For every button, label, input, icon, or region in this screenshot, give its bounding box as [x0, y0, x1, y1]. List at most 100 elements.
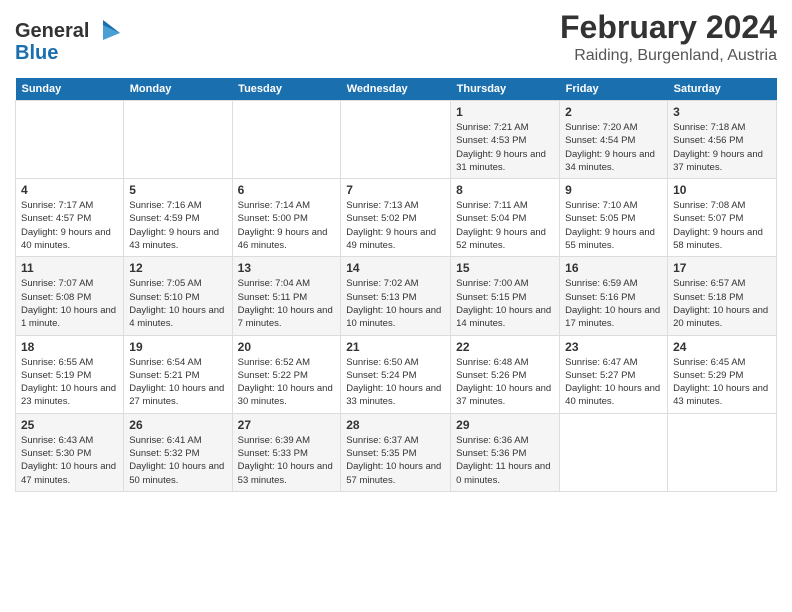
day-number: 25: [21, 418, 118, 432]
calendar-header-row: Sunday Monday Tuesday Wednesday Thursday…: [16, 78, 777, 101]
day-number: 5: [129, 183, 226, 197]
day-info: Sunrise: 6:36 AM Sunset: 5:36 PM Dayligh…: [456, 434, 554, 487]
day-number: 22: [456, 340, 554, 354]
calendar-cell: 28Sunrise: 6:37 AM Sunset: 5:35 PM Dayli…: [341, 413, 451, 491]
calendar-cell: 6 Sunrise: 7:14 AM Sunset: 5:00 PM Daylig…: [232, 179, 341, 257]
logo: General Blue: [15, 15, 125, 70]
calendar-week-row: 25 Sunrise: 6:43 AM Sunset: 5:30 PM Dayli…: [16, 413, 777, 491]
day-number: 20: [238, 340, 336, 354]
day-info: Sunrise: 6:41 AM Sunset: 5:32 PM Dayligh…: [129, 434, 226, 487]
calendar-cell: [232, 101, 341, 179]
calendar-cell: 7Sunrise: 7:13 AM Sunset: 5:02 PM Daylig…: [341, 179, 451, 257]
day-number: 11: [21, 261, 118, 275]
month-year-title: February 2024: [560, 10, 777, 45]
day-info: Sunrise: 7:16 AM Sunset: 4:59 PM Dayligh…: [129, 199, 226, 252]
calendar-cell: 15 Sunrise: 7:00 AM Sunset: 5:15 PM Dayli…: [451, 257, 560, 335]
col-friday: Friday: [560, 78, 668, 101]
day-number: 24: [673, 340, 771, 354]
day-number: 6: [238, 183, 336, 197]
day-info: Sunrise: 6:55 AM Sunset: 5:19 PM Dayligh…: [21, 356, 118, 409]
calendar-cell: 2 Sunrise: 7:20 AM Sunset: 4:54 PM Daylig…: [560, 101, 668, 179]
day-info: Sunrise: 7:10 AM Sunset: 5:05 PM Dayligh…: [565, 199, 662, 252]
col-saturday: Saturday: [668, 78, 777, 101]
day-number: 10: [673, 183, 771, 197]
day-info: Sunrise: 7:14 AM Sunset: 5:00 PM Dayligh…: [238, 199, 336, 252]
day-number: 26: [129, 418, 226, 432]
location-subtitle: Raiding, Burgenland, Austria: [560, 47, 777, 65]
day-info: Sunrise: 6:43 AM Sunset: 5:30 PM Dayligh…: [21, 434, 118, 487]
day-info: Sunrise: 7:05 AM Sunset: 5:10 PM Dayligh…: [129, 277, 226, 330]
day-info: Sunrise: 6:47 AM Sunset: 5:27 PM Dayligh…: [565, 356, 662, 409]
day-number: 13: [238, 261, 336, 275]
col-tuesday: Tuesday: [232, 78, 341, 101]
calendar-cell: 8 Sunrise: 7:11 AM Sunset: 5:04 PM Daylig…: [451, 179, 560, 257]
day-number: 4: [21, 183, 118, 197]
day-number: 8: [456, 183, 554, 197]
calendar-cell: 25 Sunrise: 6:43 AM Sunset: 5:30 PM Dayli…: [16, 413, 124, 491]
day-info: Sunrise: 6:45 AM Sunset: 5:29 PM Dayligh…: [673, 356, 771, 409]
day-info: Sunrise: 7:20 AM Sunset: 4:54 PM Dayligh…: [565, 121, 662, 174]
page-container: General Blue February 2024 Raiding, Burg…: [0, 0, 792, 502]
calendar-table: Sunday Monday Tuesday Wednesday Thursday…: [15, 78, 777, 492]
day-info: Sunrise: 7:00 AM Sunset: 5:15 PM Dayligh…: [456, 277, 554, 330]
day-info: Sunrise: 6:50 AM Sunset: 5:24 PM Dayligh…: [346, 356, 445, 409]
svg-text:Blue: Blue: [15, 42, 58, 64]
calendar-week-row: 11 Sunrise: 7:07 AM Sunset: 5:08 PM Dayli…: [16, 257, 777, 335]
calendar-cell: 17Sunrise: 6:57 AM Sunset: 5:18 PM Dayli…: [668, 257, 777, 335]
day-number: 12: [129, 261, 226, 275]
calendar-cell: [560, 413, 668, 491]
day-number: 17: [673, 261, 771, 275]
day-number: 19: [129, 340, 226, 354]
calendar-cell: 3 Sunrise: 7:18 AM Sunset: 4:56 PM Daylig…: [668, 101, 777, 179]
calendar-cell: 9 Sunrise: 7:10 AM Sunset: 5:05 PM Daylig…: [560, 179, 668, 257]
svg-text:General: General: [15, 20, 89, 42]
day-info: Sunrise: 7:07 AM Sunset: 5:08 PM Dayligh…: [21, 277, 118, 330]
calendar-cell: 29Sunrise: 6:36 AM Sunset: 5:36 PM Dayli…: [451, 413, 560, 491]
day-number: 18: [21, 340, 118, 354]
calendar-cell: [341, 101, 451, 179]
day-info: Sunrise: 6:39 AM Sunset: 5:33 PM Dayligh…: [238, 434, 336, 487]
day-number: 15: [456, 261, 554, 275]
col-wednesday: Wednesday: [341, 78, 451, 101]
day-number: 28: [346, 418, 445, 432]
calendar-week-row: 4 Sunrise: 7:17 AM Sunset: 4:57 PM Daylig…: [16, 179, 777, 257]
day-info: Sunrise: 6:52 AM Sunset: 5:22 PM Dayligh…: [238, 356, 336, 409]
calendar-cell: 16 Sunrise: 6:59 AM Sunset: 5:16 PM Dayli…: [560, 257, 668, 335]
day-info: Sunrise: 7:04 AM Sunset: 5:11 PM Dayligh…: [238, 277, 336, 330]
day-info: Sunrise: 7:18 AM Sunset: 4:56 PM Dayligh…: [673, 121, 771, 174]
day-info: Sunrise: 6:48 AM Sunset: 5:26 PM Dayligh…: [456, 356, 554, 409]
calendar-cell: 22 Sunrise: 6:48 AM Sunset: 5:26 PM Dayli…: [451, 335, 560, 413]
calendar-cell: 20 Sunrise: 6:52 AM Sunset: 5:22 PM Dayli…: [232, 335, 341, 413]
day-number: 3: [673, 105, 771, 119]
day-info: Sunrise: 7:02 AM Sunset: 5:13 PM Dayligh…: [346, 277, 445, 330]
day-number: 1: [456, 105, 554, 119]
calendar-cell: 21Sunrise: 6:50 AM Sunset: 5:24 PM Dayli…: [341, 335, 451, 413]
calendar-cell: 18 Sunrise: 6:55 AM Sunset: 5:19 PM Dayli…: [16, 335, 124, 413]
calendar-cell: 13 Sunrise: 7:04 AM Sunset: 5:11 PM Dayli…: [232, 257, 341, 335]
day-info: Sunrise: 7:13 AM Sunset: 5:02 PM Dayligh…: [346, 199, 445, 252]
calendar-cell: 23 Sunrise: 6:47 AM Sunset: 5:27 PM Dayli…: [560, 335, 668, 413]
day-number: 9: [565, 183, 662, 197]
day-info: Sunrise: 6:59 AM Sunset: 5:16 PM Dayligh…: [565, 277, 662, 330]
calendar-cell: 19 Sunrise: 6:54 AM Sunset: 5:21 PM Dayli…: [124, 335, 232, 413]
calendar-cell: 1 Sunrise: 7:21 AM Sunset: 4:53 PM Daylig…: [451, 101, 560, 179]
day-number: 16: [565, 261, 662, 275]
day-number: 27: [238, 418, 336, 432]
calendar-cell: [668, 413, 777, 491]
day-info: Sunrise: 6:54 AM Sunset: 5:21 PM Dayligh…: [129, 356, 226, 409]
day-info: Sunrise: 7:11 AM Sunset: 5:04 PM Dayligh…: [456, 199, 554, 252]
calendar-cell: 24 Sunrise: 6:45 AM Sunset: 5:29 PM Dayli…: [668, 335, 777, 413]
day-number: 23: [565, 340, 662, 354]
calendar-week-row: 18 Sunrise: 6:55 AM Sunset: 5:19 PM Dayli…: [16, 335, 777, 413]
day-info: Sunrise: 7:17 AM Sunset: 4:57 PM Dayligh…: [21, 199, 118, 252]
calendar-cell: 5 Sunrise: 7:16 AM Sunset: 4:59 PM Daylig…: [124, 179, 232, 257]
calendar-cell: 14 Sunrise: 7:02 AM Sunset: 5:13 PM Dayli…: [341, 257, 451, 335]
day-number: 2: [565, 105, 662, 119]
calendar-week-row: 1 Sunrise: 7:21 AM Sunset: 4:53 PM Daylig…: [16, 101, 777, 179]
calendar-cell: 12 Sunrise: 7:05 AM Sunset: 5:10 PM Dayli…: [124, 257, 232, 335]
calendar-cell: 10Sunrise: 7:08 AM Sunset: 5:07 PM Dayli…: [668, 179, 777, 257]
calendar-cell: [124, 101, 232, 179]
logo-text: General Blue: [15, 15, 125, 70]
day-number: 14: [346, 261, 445, 275]
day-info: Sunrise: 7:21 AM Sunset: 4:53 PM Dayligh…: [456, 121, 554, 174]
